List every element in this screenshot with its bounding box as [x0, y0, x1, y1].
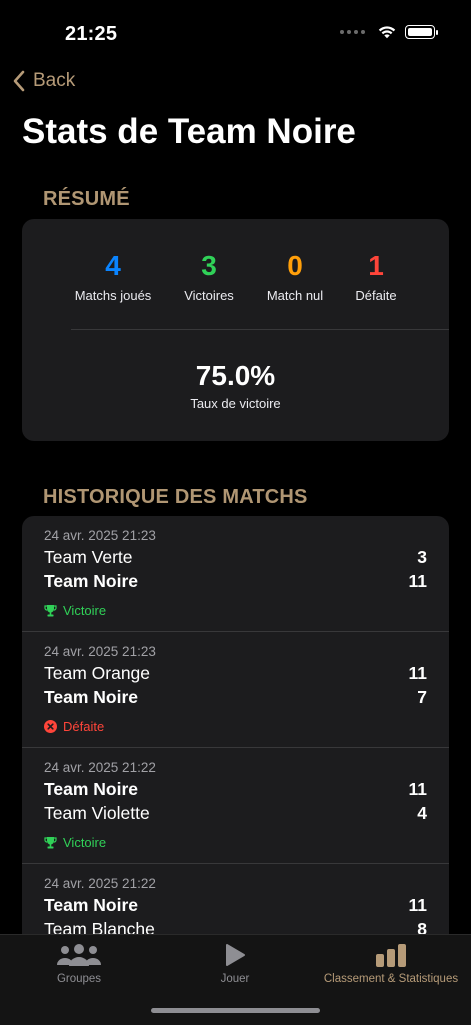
tab-jouer[interactable]: Jouer [185, 935, 285, 995]
cellular-signal-icon [340, 29, 365, 34]
wifi-icon [378, 26, 396, 39]
team-score: 4 [417, 803, 427, 823]
stat-value: 4 [105, 250, 121, 281]
match-result: Victoire [44, 603, 106, 618]
match-team-row: Team Violette 4 [44, 803, 427, 824]
team-score: 11 [408, 571, 428, 591]
bar-chart-icon [376, 944, 406, 967]
match-result-label: Défaite [63, 719, 105, 734]
summary-divider [71, 329, 449, 330]
back-button[interactable]: Back [13, 70, 75, 92]
tab-classement-statistiques[interactable]: Classement & Statistiques [318, 935, 464, 995]
match-team-row: Team Noire 11 [44, 779, 427, 800]
status-icons [340, 24, 438, 39]
page-title: Stats de Team Noire [22, 112, 356, 151]
team-name: Team Noire [44, 571, 139, 591]
team-score: 11 [408, 663, 428, 683]
match-team-row: Team Orange 11 [44, 663, 427, 684]
tab-label: Jouer [220, 973, 250, 985]
tab-label: Groupes [56, 973, 102, 985]
status-bar: 21:25 [0, 0, 471, 60]
win-rate-label: Taux de victoire [190, 396, 281, 411]
stat-label: Défaite [355, 288, 397, 303]
match-row[interactable]: 24 avr. 2025 21:23 Team Orange 11 Team N… [22, 632, 449, 748]
match-date: 24 avr. 2025 21:23 [44, 528, 156, 543]
match-result-label: Victoire [63, 835, 107, 850]
match-row[interactable]: 24 avr. 2025 21:23 Team Verte 3 Team Noi… [22, 516, 449, 632]
stat-label: Matchs joués [74, 288, 152, 303]
tab-groupes[interactable]: Groupes [28, 935, 130, 995]
battery-icon [405, 24, 438, 39]
summary-card: 4 Matchs joués 3 Victoires 0 Match nul 1… [22, 219, 449, 441]
trophy-icon [44, 605, 57, 617]
team-score: 11 [408, 895, 428, 915]
match-date: 24 avr. 2025 21:23 [44, 644, 156, 659]
team-name: Team Violette [44, 803, 150, 823]
match-date: 24 avr. 2025 21:22 [44, 760, 156, 775]
match-team-row: Team Noire 11 [44, 895, 427, 916]
match-result: Défaite [44, 719, 104, 734]
x-circle-icon [44, 720, 57, 733]
team-name: Team Noire [44, 895, 139, 915]
match-date: 24 avr. 2025 21:22 [44, 876, 156, 891]
team-name: Team Noire [44, 779, 139, 799]
back-label: Back [33, 70, 76, 91]
match-row[interactable]: 24 avr. 2025 21:22 Team Noire 11 Team Vi… [22, 748, 449, 864]
match-team-row: Team Noire 11 [44, 571, 427, 592]
match-result: Victoire [44, 835, 106, 850]
play-icon [226, 944, 245, 966]
match-history-list: 24 avr. 2025 21:23 Team Verte 3 Team Noi… [22, 516, 449, 996]
win-rate: 75.0% Taux de victoire [22, 359, 449, 411]
chevron-left-icon [13, 70, 25, 92]
win-rate-value: 75.0% [195, 360, 276, 391]
team-score: 7 [417, 687, 427, 707]
match-team-row: Team Verte 3 [44, 547, 427, 568]
status-time: 21:25 [65, 23, 118, 45]
history-section-header: HISTORIQUE DES MATCHS [43, 486, 308, 508]
stat-losses: 1 Défaite [321, 249, 431, 303]
stat-matches-played: 4 Matchs joués [58, 249, 168, 303]
people-icon [57, 944, 101, 966]
tab-label: Classement & Statistiques [323, 973, 459, 985]
team-name: Team Noire [44, 687, 139, 707]
match-team-row: Team Noire 7 [44, 687, 427, 708]
team-score: 3 [417, 547, 427, 567]
summary-section-header: RÉSUMÉ [43, 188, 130, 210]
team-name: Team Orange [44, 663, 151, 683]
match-result-label: Victoire [63, 603, 107, 618]
team-name: Team Verte [44, 547, 133, 567]
team-score: 11 [408, 779, 428, 799]
home-indicator [151, 1008, 320, 1013]
stat-value: 1 [368, 250, 384, 281]
trophy-icon [44, 837, 57, 849]
